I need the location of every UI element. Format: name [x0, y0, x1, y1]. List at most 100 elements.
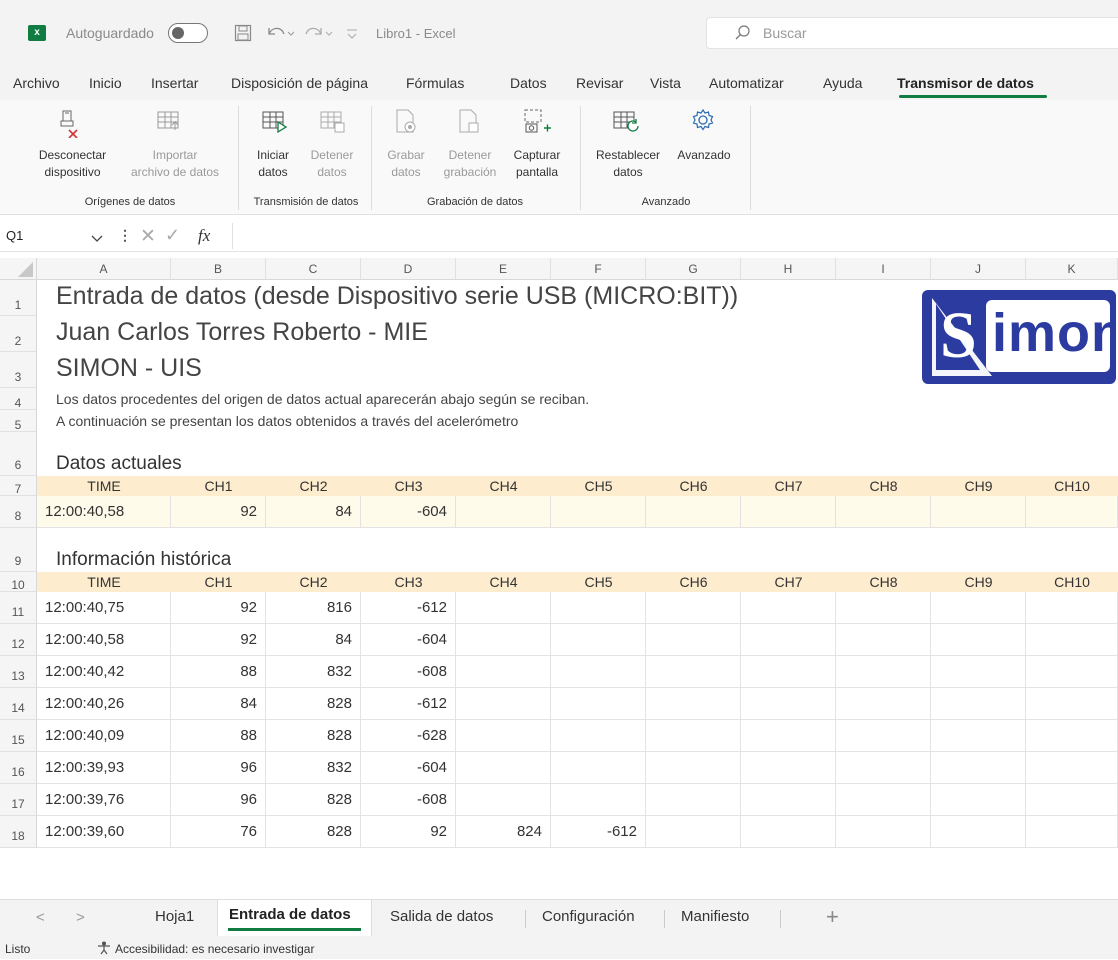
history-cell[interactable]	[551, 688, 646, 720]
insert-function-icon[interactable]: fx	[198, 226, 210, 246]
row-header[interactable]: 16	[0, 752, 37, 784]
history-cell[interactable]	[551, 624, 646, 656]
current-cell[interactable]	[646, 496, 741, 528]
history-cell-time[interactable]: 12:00:40,58	[37, 624, 171, 656]
current-header-cell[interactable]: CH8	[836, 476, 931, 496]
tab-ayuda[interactable]: Ayuda	[823, 75, 862, 91]
history-cell[interactable]	[741, 624, 836, 656]
history-cell[interactable]	[1026, 720, 1118, 752]
row-header[interactable]: 15	[0, 720, 37, 752]
history-cell[interactable]: 92	[171, 624, 266, 656]
row-header[interactable]: 2	[0, 316, 37, 352]
record-data-button[interactable]: Grabar datos	[381, 147, 431, 181]
current-header-cell[interactable]: CH4	[456, 476, 551, 496]
history-cell[interactable]	[741, 752, 836, 784]
column-header[interactable]: D	[361, 258, 456, 280]
more-options-icon[interactable]: ⋮	[118, 227, 132, 244]
column-header[interactable]: B	[171, 258, 266, 280]
tab-revisar[interactable]: Revisar	[576, 75, 623, 91]
tab-transmisor-de-datos[interactable]: Transmisor de datos	[897, 75, 1034, 91]
history-cell[interactable]	[1026, 656, 1118, 688]
history-cell[interactable]: 84	[171, 688, 266, 720]
history-cell[interactable]: 96	[171, 784, 266, 816]
history-cell[interactable]	[646, 752, 741, 784]
history-cell[interactable]	[931, 656, 1026, 688]
history-heading[interactable]: Información histórica	[56, 549, 231, 571]
tab-datos[interactable]: Datos	[510, 75, 547, 91]
history-header-cell[interactable]: CH8	[836, 572, 931, 592]
history-cell[interactable]	[646, 720, 741, 752]
history-cell[interactable]	[551, 784, 646, 816]
history-header-cell[interactable]: CH4	[456, 572, 551, 592]
tab-formulas[interactable]: Fórmulas	[406, 75, 464, 91]
history-cell[interactable]	[836, 624, 931, 656]
history-cell[interactable]: -612	[361, 688, 456, 720]
history-header-cell[interactable]: CH10	[1026, 572, 1118, 592]
save-icon[interactable]	[234, 24, 252, 47]
current-data-heading[interactable]: Datos actuales	[56, 453, 182, 475]
note-line-1[interactable]: Los datos procedentes del origen de dato…	[56, 391, 589, 407]
name-box[interactable]: Q1	[0, 222, 112, 250]
history-header-cell[interactable]: CH9	[931, 572, 1026, 592]
history-cell[interactable]	[646, 816, 741, 848]
add-sheet-icon[interactable]: +	[826, 904, 839, 930]
sheet-tab-salida-de-datos[interactable]: Salida de datos	[390, 908, 493, 925]
cancel-icon[interactable]: ✕	[140, 225, 156, 248]
current-cell[interactable]: -604	[361, 496, 456, 528]
current-cell[interactable]	[931, 496, 1026, 528]
current-header-cell[interactable]: CH6	[646, 476, 741, 496]
history-cell[interactable]	[931, 784, 1026, 816]
history-header-cell[interactable]: CH7	[741, 572, 836, 592]
history-cell[interactable]	[1026, 688, 1118, 720]
current-header-cell[interactable]: TIME	[37, 476, 171, 496]
history-cell-time[interactable]: 12:00:39,76	[37, 784, 171, 816]
history-cell[interactable]	[836, 752, 931, 784]
history-cell[interactable]	[1026, 624, 1118, 656]
column-header[interactable]: K	[1026, 258, 1118, 280]
autosave-toggle[interactable]	[168, 23, 208, 43]
history-cell-time[interactable]: 12:00:40,75	[37, 592, 171, 624]
current-header-cell[interactable]: CH10	[1026, 476, 1118, 496]
history-cell[interactable]: 76	[171, 816, 266, 848]
select-all-corner[interactable]	[0, 258, 37, 280]
history-cell-time[interactable]: 12:00:40,26	[37, 688, 171, 720]
history-cell[interactable]: -604	[361, 624, 456, 656]
history-cell[interactable]: 824	[456, 816, 551, 848]
history-cell[interactable]: 816	[266, 592, 361, 624]
history-cell[interactable]	[456, 720, 551, 752]
history-cell[interactable]: 828	[266, 816, 361, 848]
sheet-tab-manifiesto[interactable]: Manifiesto	[681, 908, 749, 925]
row-header[interactable]: 1	[0, 280, 37, 316]
column-header[interactable]: E	[456, 258, 551, 280]
history-cell-time[interactable]: 12:00:39,60	[37, 816, 171, 848]
row-header[interactable]: 5	[0, 410, 37, 432]
search-box[interactable]: Buscar	[706, 17, 1118, 49]
disconnect-device-button[interactable]: Desconectar dispositivo	[30, 147, 115, 181]
history-cell[interactable]	[551, 720, 646, 752]
history-cell[interactable]	[741, 720, 836, 752]
history-cell[interactable]	[456, 592, 551, 624]
history-cell[interactable]: -608	[361, 784, 456, 816]
history-cell[interactable]	[456, 784, 551, 816]
history-header-cell[interactable]: CH1	[171, 572, 266, 592]
history-cell[interactable]	[836, 592, 931, 624]
history-cell[interactable]	[741, 784, 836, 816]
history-cell[interactable]: 88	[171, 656, 266, 688]
row-header[interactable]: 8	[0, 496, 37, 528]
history-cell[interactable]: 828	[266, 784, 361, 816]
history-cell[interactable]	[836, 656, 931, 688]
history-cell[interactable]	[1026, 816, 1118, 848]
tab-inicio[interactable]: Inicio	[89, 75, 122, 91]
history-cell[interactable]	[646, 624, 741, 656]
history-cell[interactable]: -612	[551, 816, 646, 848]
customize-toolbar-icon[interactable]	[346, 27, 358, 45]
current-cell[interactable]	[456, 496, 551, 528]
row-header[interactable]: 6	[0, 432, 37, 476]
history-cell[interactable]: 828	[266, 720, 361, 752]
history-cell[interactable]	[741, 656, 836, 688]
import-data-file-button[interactable]: Importar archivo de datos	[120, 147, 230, 181]
history-cell[interactable]	[646, 592, 741, 624]
history-cell[interactable]: 832	[266, 656, 361, 688]
current-cell[interactable]: 84	[266, 496, 361, 528]
history-cell[interactable]: 92	[171, 592, 266, 624]
